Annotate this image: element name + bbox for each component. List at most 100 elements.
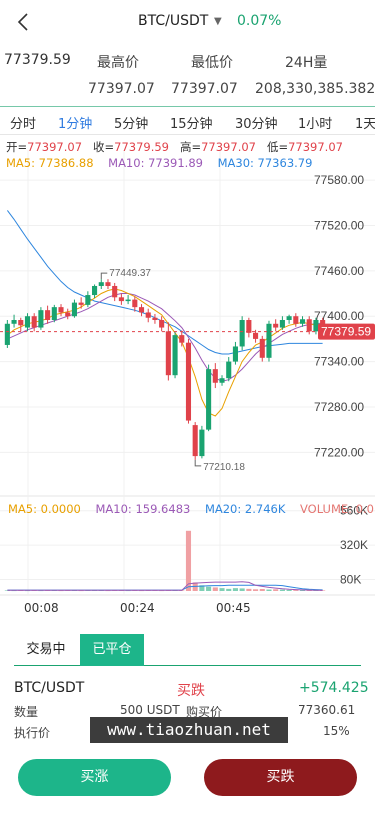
open-label: 开= <box>6 140 28 154</box>
close-value: 77379.59 <box>114 140 169 154</box>
ma10-value: MA10: 77391.89 <box>108 156 203 170</box>
order-direction: 买跌 <box>177 683 205 699</box>
vol-ma5: MA5: 0.0000 <box>8 502 81 516</box>
candle-body <box>266 323 272 358</box>
qty-label: 数量 <box>14 705 39 719</box>
back-arrow-icon[interactable] <box>14 10 34 34</box>
candle-body <box>85 295 91 305</box>
close-label: 收= <box>92 140 115 154</box>
time-label: 00:24 <box>120 601 155 615</box>
triangle-down-icon[interactable]: ▼ <box>214 16 222 27</box>
tab-5min[interactable]: 5分钟 <box>114 113 148 132</box>
volume-bar <box>212 587 218 591</box>
candle-body <box>239 320 245 347</box>
volume-bar <box>219 588 225 591</box>
vol-ma10: MA10: 159.6483 <box>95 502 191 516</box>
vol-ma20: MA20: 2.746K <box>204 502 286 516</box>
volume-axis-label: 80K <box>340 573 361 587</box>
candle-body <box>232 346 238 362</box>
candle-body <box>219 378 225 383</box>
volume-bar <box>239 588 245 591</box>
candle-body <box>51 307 57 320</box>
open-value: 77397.07 <box>27 140 83 154</box>
high-value: 77397.07 <box>88 81 155 97</box>
candle-body <box>199 429 205 457</box>
price-change: 0.07% <box>237 13 282 29</box>
price-axis-label: 77280.00 <box>314 400 364 414</box>
watermark: www.tiaozhuan.net <box>90 717 288 743</box>
candle-body <box>259 338 265 358</box>
candle-body <box>24 316 31 328</box>
candle-body <box>138 307 145 313</box>
candle-body <box>226 361 232 379</box>
candle-body <box>132 299 138 308</box>
candle-body <box>71 302 77 317</box>
candle-body <box>105 282 111 286</box>
tab-1hour[interactable]: 1小时 <box>298 113 332 132</box>
order-profit: +574.425 <box>299 680 369 696</box>
candle-body <box>118 297 124 302</box>
candle-body <box>313 320 319 332</box>
buy-down-button[interactable]: 买跌 <box>204 759 357 796</box>
candle-body <box>152 317 158 320</box>
min-marker <box>194 459 202 467</box>
candle-body <box>78 302 84 305</box>
tab-15min[interactable]: 15分钟 <box>170 113 213 132</box>
candle-body <box>18 320 24 326</box>
candle-body <box>11 320 17 324</box>
volume-bar <box>232 588 238 591</box>
tab-30min[interactable]: 30分钟 <box>235 113 278 132</box>
tab-timeshare[interactable]: 分时 <box>10 113 36 132</box>
price-axis-label: 77460.00 <box>314 264 364 278</box>
price-axis-label: 77520.00 <box>314 218 364 232</box>
volume-bar <box>253 589 259 591</box>
candle-body <box>253 332 259 339</box>
buy-price-value: 77360.61 <box>298 703 356 717</box>
ma30-value: MA30: 77363.79 <box>217 156 313 170</box>
volume-bar <box>279 589 285 591</box>
candle-body <box>92 285 98 296</box>
candle-body <box>306 319 312 332</box>
candle-body <box>179 335 185 343</box>
candle-body <box>279 320 285 328</box>
current-price-text: 77379.59 <box>321 325 371 339</box>
candle-body <box>165 331 171 376</box>
candle-body <box>98 282 104 286</box>
tab-closed[interactable]: 已平仓 <box>80 634 144 666</box>
candle-body <box>58 307 64 313</box>
tab-1min[interactable]: 1分钟 <box>58 113 92 132</box>
time-label: 00:45 <box>216 601 251 615</box>
candle-body <box>112 285 118 298</box>
volume-axis-label: 320K <box>340 538 368 552</box>
low-label: 最低价 <box>191 55 233 71</box>
candle-body <box>293 316 299 324</box>
ma-legend: MA5: 77386.88 MA10: 77391.89 MA30: 77363… <box>6 156 312 170</box>
price-axis-label: 77340.00 <box>314 355 364 369</box>
max-annotation: 77449.37 <box>109 268 151 279</box>
qty-value: 500 USDT <box>120 703 180 717</box>
last-price: 77379.59 <box>4 52 71 68</box>
tab-trading[interactable]: 交易中 <box>14 634 78 666</box>
candle-body <box>145 312 151 318</box>
candle-body <box>185 342 192 421</box>
buy-up-button[interactable]: 买涨 <box>18 759 171 796</box>
volume-bar <box>206 586 212 591</box>
candle-body <box>45 310 51 320</box>
pair-title[interactable]: BTC/USDT <box>138 13 208 29</box>
exec-price-label: 执行价 <box>14 726 51 740</box>
pct-value: 15% <box>323 724 350 738</box>
candle-body <box>172 335 178 376</box>
candlestick-chart[interactable]: 77580.0077520.0077460.0077400.0077340.00… <box>0 150 375 495</box>
candle-body <box>212 369 218 383</box>
candle-body <box>125 299 131 302</box>
candle-body <box>246 320 252 333</box>
time-label: 00:08 <box>24 601 59 615</box>
volume-label: 24H量 <box>285 55 328 71</box>
volume-bar <box>273 589 279 591</box>
candle-body <box>273 323 279 328</box>
tab-1day[interactable]: 1天 <box>355 113 375 132</box>
volume-bar <box>293 590 299 591</box>
volume-value: 208,330,385.3822 <box>255 81 375 97</box>
volume-bar <box>259 588 265 591</box>
max-marker <box>100 272 108 280</box>
